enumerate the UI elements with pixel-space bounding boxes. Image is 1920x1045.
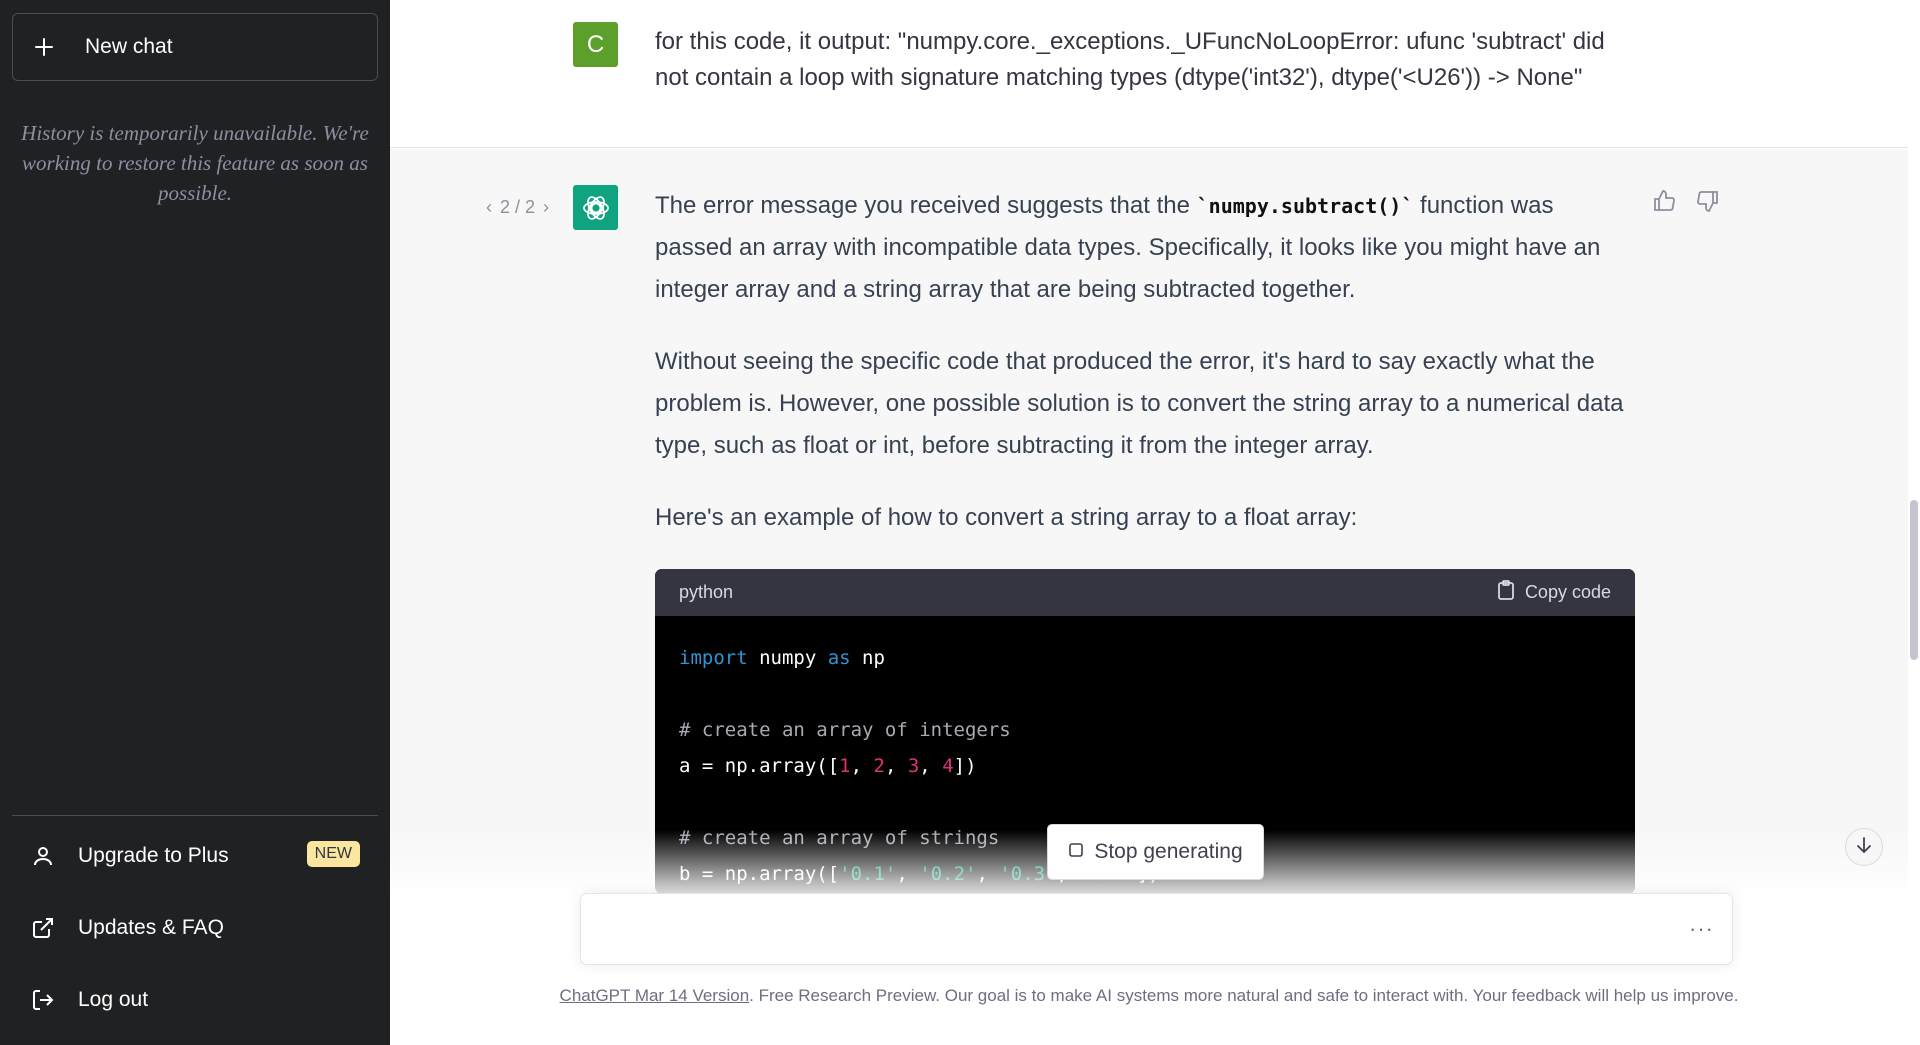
sidebar: New chat History is temporarily unavaila… <box>0 0 390 1045</box>
updates-faq-label: Updates & FAQ <box>78 916 224 939</box>
stop-generating-button[interactable]: Stop generating <box>1047 824 1264 880</box>
main-area: C for this code, it output: "numpy.core.… <box>390 0 1920 1045</box>
version-link[interactable]: ChatGPT Mar 14 Version <box>560 986 750 1005</box>
new-chat-label: New chat <box>85 35 173 58</box>
new-badge: NEW <box>306 841 360 867</box>
footer-text: . Free Research Preview. Our goal is to … <box>749 986 1739 1005</box>
user-avatar: C <box>573 22 618 67</box>
copy-code-button[interactable]: Copy code <box>1497 580 1611 605</box>
plus-icon <box>33 36 55 58</box>
chevron-left-icon[interactable]: ‹ <box>486 197 492 218</box>
scrollbar[interactable] <box>1908 0 1920 1045</box>
upgrade-label: Upgrade to Plus <box>78 844 229 867</box>
answer-paragraph-2: Without seeing the specific code that pr… <box>655 348 1624 459</box>
sidebar-divider <box>12 815 378 816</box>
message-input-container: ··· <box>580 893 1733 965</box>
loading-dots-icon: ··· <box>1689 916 1714 941</box>
copy-code-label: Copy code <box>1524 582 1611 602</box>
stop-square-icon <box>1068 840 1084 864</box>
user-message-row: C for this code, it output: "numpy.core.… <box>390 0 1908 148</box>
log-out-item[interactable]: Log out <box>12 971 378 1029</box>
footer-disclaimer: ChatGPT Mar 14 Version. Free Research Pr… <box>390 986 1908 1006</box>
updates-faq-item[interactable]: Updates & FAQ <box>12 899 378 957</box>
scroll-to-bottom-button[interactable] <box>1845 828 1883 866</box>
new-chat-button[interactable]: New chat <box>12 13 378 81</box>
thumbs-down-icon[interactable] <box>1696 189 1722 215</box>
upgrade-to-plus-item[interactable]: Upgrade to Plus NEW <box>12 827 378 885</box>
thumbs-up-icon[interactable] <box>1652 189 1678 215</box>
user-message-text: for this code, it output: "numpy.core._e… <box>655 28 1605 91</box>
pager-count: 2 / 2 <box>500 197 536 217</box>
answer-paragraph-3: Here's an example of how to convert a st… <box>655 504 1358 531</box>
user-icon <box>30 843 56 869</box>
message-input[interactable] <box>599 914 1649 946</box>
history-unavailable-message: History is temporarily unavailable. We'r… <box>21 121 369 205</box>
code-language: python <box>679 582 734 602</box>
answer-paragraph-1: The error message you received suggests … <box>655 185 1635 311</box>
external-link-icon <box>30 915 56 941</box>
chevron-right-icon[interactable]: › <box>543 197 549 218</box>
feedback-buttons <box>1652 189 1722 215</box>
answer-text: The error message you received suggests … <box>655 192 1197 219</box>
assistant-message-row: ‹ 2 / 2 › The error message you received… <box>390 149 1908 894</box>
chatgpt-avatar <box>573 185 618 230</box>
scrollbar-thumb[interactable] <box>1910 500 1918 660</box>
arrow-down-icon <box>1855 836 1873 859</box>
logout-icon <box>30 987 56 1013</box>
openai-logo-icon <box>582 195 609 220</box>
response-pager: ‹ 2 / 2 › <box>478 197 557 218</box>
stop-generating-label: Stop generating <box>1094 840 1243 863</box>
assistant-answer: The error message you received suggests … <box>655 185 1635 569</box>
inline-code: `numpy.subtract()` <box>1196 194 1414 218</box>
log-out-label: Log out <box>78 988 149 1011</box>
clipboard-icon <box>1497 580 1515 605</box>
code-header: python Copy code <box>655 569 1635 616</box>
